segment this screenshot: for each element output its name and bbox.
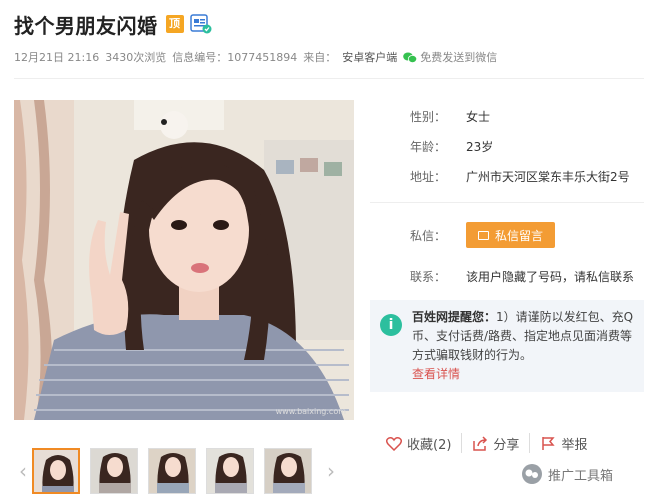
share-button[interactable]: 分享 (472, 434, 519, 453)
thumbnail[interactable] (90, 448, 138, 494)
verified-icon (189, 14, 212, 34)
post-date: 12月21日 21:16 (14, 51, 100, 64)
post-id: 信息编号：1077451894 (172, 51, 298, 64)
gender-label: 性别： (410, 109, 447, 124)
photo-watermark: www.baixing.com (275, 407, 346, 416)
meta-row: 12月21日 21:16 3430次浏览 信息编号：1077451894 来自：… (14, 48, 644, 66)
safety-notice: i 百姓网提醒您：1）请谨防以发红包、充Q币、支付话费/路费、指定地点见面消费等… (370, 300, 644, 392)
favorite-button[interactable]: 收藏(2) (386, 434, 451, 453)
heart-icon (386, 436, 402, 451)
brand-name: 推广工具箱 (548, 468, 614, 484)
contact-label: 联系： (410, 269, 447, 284)
thumbnail-strip: ‹ › (14, 446, 354, 496)
post-title: 找个男朋友闪婚 (14, 13, 158, 38)
address-label: 地址： (410, 169, 447, 184)
flag-icon (542, 436, 556, 450)
thumbnail[interactable] (148, 448, 196, 494)
wechat-icon (403, 52, 418, 63)
brand-watermark: 推广工具箱 (516, 462, 652, 486)
thumbnail[interactable] (32, 448, 80, 494)
message-row: 私信： 私信留言 (370, 220, 556, 250)
notice-title: 百姓网提醒您： (412, 310, 497, 324)
thumbnail[interactable] (206, 448, 254, 494)
contact-value: 该用户隐藏了号码，请私信联系 (466, 269, 635, 284)
info-icon: i (380, 314, 402, 336)
contact-row: 联系： 该用户隐藏了号码，请私信联系 (370, 264, 634, 288)
address-value: 广州市天河区棠东丰乐大街2号 (466, 169, 630, 184)
age-label: 年龄： (410, 139, 447, 154)
message-label: 私信： (410, 228, 447, 243)
share-label: 分享 (493, 437, 520, 453)
divider (14, 78, 644, 79)
report-label: 举报 (561, 437, 588, 453)
top-badge: 顶 (165, 15, 184, 33)
thumbnail[interactable] (264, 448, 312, 494)
action-bar: 收藏(2) 分享 举报 (370, 428, 644, 458)
private-message-label: 私信留言 (495, 228, 544, 243)
source-value: 安卓客户端 (342, 51, 398, 64)
source-label: 来自： (303, 51, 337, 64)
main-photo[interactable]: www.baixing.com (14, 100, 354, 420)
favorite-label: 收藏(2) (407, 437, 452, 453)
share-icon (473, 435, 488, 451)
mail-icon (478, 230, 489, 240)
divider (461, 433, 463, 453)
private-message-button[interactable]: 私信留言 (466, 222, 556, 248)
gender-row: 性别： 女士 (370, 104, 490, 128)
title-row: 找个男朋友闪婚 顶 (14, 10, 212, 38)
gallery-next-button[interactable]: › (322, 451, 340, 491)
gender-value: 女士 (466, 109, 491, 124)
report-button[interactable]: 举报 (540, 434, 587, 453)
divider (529, 433, 531, 453)
address-row: 地址： 广州市天河区棠东丰乐大街2号 (370, 164, 630, 188)
wechat-share-link[interactable]: 免费发送到微信 (420, 49, 497, 65)
brand-icon (522, 464, 542, 484)
divider (370, 202, 644, 203)
age-value: 23岁 (466, 139, 494, 154)
gallery-prev-button[interactable]: ‹ (14, 451, 32, 491)
view-count: 3430次浏览 (105, 51, 167, 64)
notice-details-link[interactable]: 查看详情 (412, 365, 634, 384)
age-row: 年龄： 23岁 (370, 134, 493, 158)
